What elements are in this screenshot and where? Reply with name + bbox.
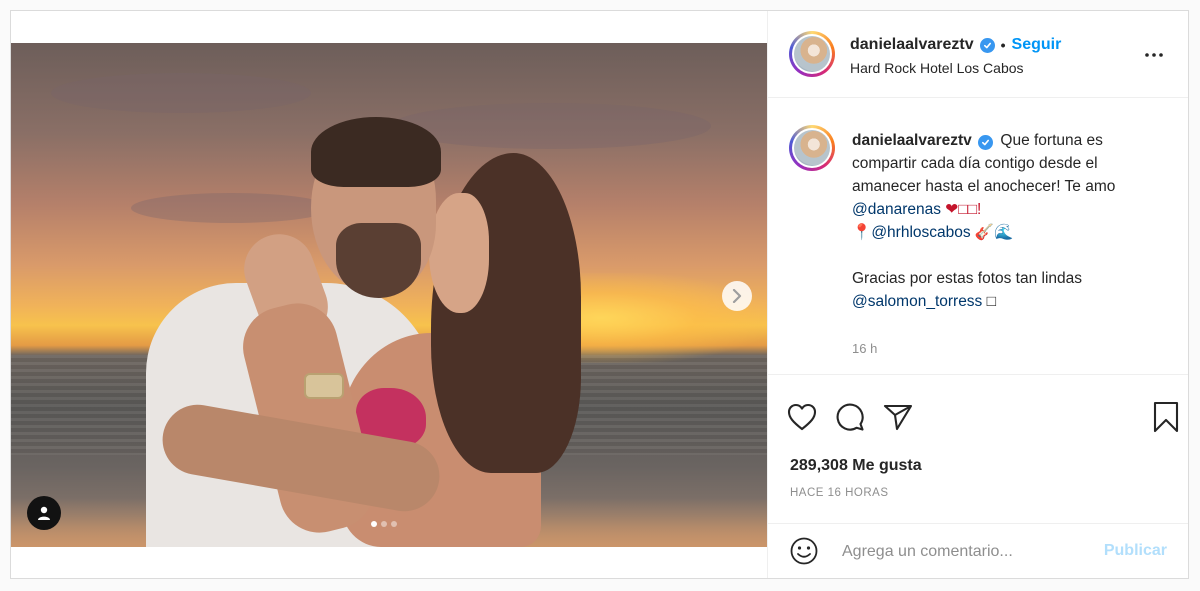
- caption-author-avatar[interactable]: [789, 125, 835, 171]
- carousel-dot: [381, 521, 387, 527]
- pin-emoji: 📍: [852, 224, 872, 241]
- woman-face: [429, 193, 489, 313]
- post-header: danielaalvareztv • Seguir Hard Rock Hote…: [768, 11, 1188, 98]
- emoji-button[interactable]: [788, 535, 820, 567]
- post-actions: 289,308 Me gusta HACE 16 HORAS: [768, 374, 1188, 525]
- sky-cloud: [131, 193, 331, 223]
- like-button[interactable]: [786, 401, 818, 433]
- post-media: [11, 11, 767, 578]
- caption-section: danielaalvareztv Que fortuna es comparti…: [768, 98, 1188, 374]
- follow-button[interactable]: Seguir: [1012, 36, 1062, 54]
- user-tags-button[interactable]: [27, 496, 61, 530]
- caption-text: danielaalvareztv Que fortuna es comparti…: [852, 129, 1152, 313]
- mention-link[interactable]: @hrhloscabos: [871, 224, 970, 241]
- carousel-next-button[interactable]: [722, 281, 752, 311]
- mention-link[interactable]: @salomon_torress: [852, 293, 982, 310]
- avatar-ring-inner: [792, 34, 832, 74]
- post-photo[interactable]: [11, 43, 767, 547]
- instagram-post: danielaalvareztv • Seguir Hard Rock Hote…: [10, 10, 1189, 579]
- caption-emoji: ❤□□!: [941, 201, 982, 218]
- man-hair: [311, 117, 441, 187]
- author-line: danielaalvareztv • Seguir: [850, 36, 1061, 54]
- user-tag-icon: [38, 506, 50, 520]
- comment-button[interactable]: [834, 401, 866, 433]
- carousel-dot: [391, 521, 397, 527]
- post-side-panel: danielaalvareztv • Seguir Hard Rock Hote…: [767, 11, 1188, 578]
- man-beard: [336, 223, 421, 298]
- send-icon: [883, 404, 913, 431]
- post-timestamp[interactable]: HACE 16 HORAS: [790, 487, 889, 499]
- caption-emoji: 🎸🌊: [970, 224, 1014, 241]
- avatar-image: [794, 130, 830, 166]
- caption-emoji: □: [982, 293, 996, 310]
- chevron-right-icon: [732, 289, 742, 303]
- author-avatar[interactable]: [789, 31, 835, 77]
- avatar-image: [794, 36, 830, 72]
- wristwatch: [304, 373, 344, 399]
- comment-icon: [836, 403, 864, 431]
- emoji-icon: [790, 537, 818, 565]
- share-button[interactable]: [882, 401, 914, 433]
- more-options-button[interactable]: [1144, 47, 1164, 58]
- sky-cloud: [51, 73, 311, 113]
- post-location[interactable]: Hard Rock Hotel Los Cabos: [850, 60, 1024, 76]
- bookmark-icon: [1153, 401, 1179, 433]
- save-button[interactable]: [1150, 401, 1182, 433]
- follow-separator: •: [1000, 37, 1006, 53]
- heart-icon: [787, 403, 817, 431]
- verified-badge-icon: [979, 37, 995, 53]
- avatar-ring-inner: [792, 128, 832, 168]
- comment-input[interactable]: [840, 538, 1094, 566]
- add-comment-bar: Publicar: [768, 523, 1188, 579]
- verified-badge-icon: [978, 135, 994, 150]
- carousel-dot: [371, 521, 377, 527]
- sky-cloud: [391, 103, 711, 149]
- carousel-indicator: [371, 521, 397, 527]
- likes-count[interactable]: 289,308 Me gusta: [790, 457, 922, 475]
- author-username[interactable]: danielaalvareztv: [850, 36, 974, 54]
- mention-link[interactable]: @danarenas: [852, 201, 941, 218]
- caption-time: 16 h: [852, 341, 878, 356]
- caption-username[interactable]: danielaalvareztv: [852, 132, 972, 149]
- publish-button[interactable]: Publicar: [1104, 542, 1167, 560]
- more-dots-icon: [1145, 53, 1163, 57]
- caption-thanks: Gracias por estas fotos tan lindas: [852, 270, 1083, 287]
